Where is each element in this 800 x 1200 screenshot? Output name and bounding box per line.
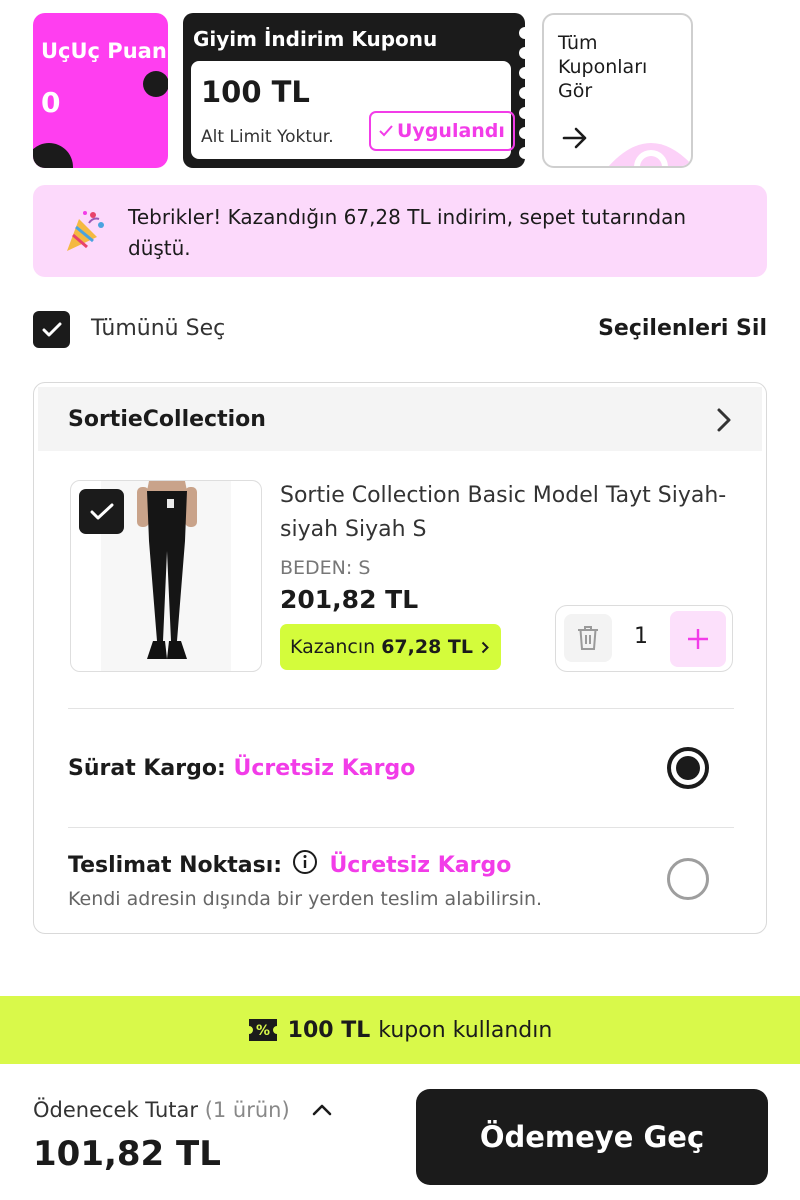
coupon-limit: Alt Limit Yoktur. — [201, 127, 334, 147]
decor-dot — [33, 143, 73, 168]
coupon-card[interactable]: Giyim İndirim Kuponu 100 TL Alt Limit Yo… — [183, 13, 531, 168]
pickup-description: Kendi adresin dışında bir yerden teslim … — [68, 888, 543, 910]
pickup-option-label: Teslimat Noktası: Ücretsiz Kargo — [68, 849, 511, 878]
item-count: (1 ürün) — [204, 1098, 290, 1122]
ticket-notch — [519, 87, 531, 99]
ticket-notch — [519, 27, 531, 39]
shipping-price: Ücretsiz Kargo — [233, 756, 416, 781]
product-title[interactable]: Sortie Collection Basic Model Tayt Siyah… — [280, 479, 730, 547]
info-icon[interactable] — [292, 849, 318, 875]
product-checkbox[interactable] — [79, 489, 124, 534]
check-icon — [42, 322, 61, 336]
product-size: BEDEN: S — [280, 557, 371, 579]
chevron-right-icon — [717, 408, 731, 432]
gain-amount: 67,28 TL — [381, 636, 473, 658]
coupon-amount: 100 TL — [201, 75, 310, 109]
delete-item-button[interactable] — [564, 614, 612, 662]
select-all-checkbox[interactable] — [33, 311, 70, 348]
ticket-notch — [519, 47, 531, 59]
svg-text:%: % — [256, 1023, 270, 1039]
ticket-notch — [519, 127, 531, 139]
product-image[interactable] — [70, 480, 262, 672]
coupon-body: 100 TL Alt Limit Yoktur. Uygulandı — [191, 61, 515, 159]
quantity-value: 1 — [634, 624, 648, 649]
select-all-label[interactable]: Tümünü Seç — [91, 316, 225, 341]
all-coupons-button[interactable]: Tüm Kuponları Gör — [542, 13, 693, 168]
gain-label: Kazancın — [290, 636, 376, 658]
pickup-label: Teslimat Noktası: — [68, 853, 283, 878]
arrow-right-icon — [562, 127, 587, 149]
total-label: Ödenecek Tutar — [33, 1098, 198, 1122]
coupon-used-text: kupon kullandın — [378, 1017, 553, 1043]
puan-card[interactable]: UçUç Puan 0 — [33, 13, 168, 168]
total-summary-toggle[interactable]: Ödenecek Tutar (1 ürün) — [33, 1098, 332, 1122]
percent-ticket-icon: % — [248, 1019, 277, 1041]
checkout-button[interactable]: Ödemeye Geç — [416, 1089, 768, 1185]
seller-header[interactable]: SortieCollection — [38, 387, 762, 451]
discount-banner: Tebrikler! Kazandığın 67,28 TL indirim, … — [33, 185, 767, 277]
puan-value: 0 — [41, 86, 61, 119]
ticket-notch — [519, 147, 531, 159]
coupon-status: Uygulandı — [397, 120, 505, 142]
decor-dot — [143, 71, 168, 97]
all-coupons-label: Tüm Kuponları Gör — [558, 32, 648, 102]
radio-dot — [676, 756, 700, 780]
shipping-radio-pickup[interactable] — [667, 858, 709, 900]
eye-icon — [608, 143, 691, 166]
coupon-title: Giyim İndirim Kuponu — [193, 27, 438, 51]
coupon-used-amount: 100 TL — [287, 1017, 371, 1043]
shipping-carrier: Sürat Kargo: — [68, 756, 226, 781]
divider — [68, 708, 734, 709]
coupon-applied-badge[interactable]: Uygulandı — [369, 111, 515, 151]
trash-icon — [578, 626, 598, 650]
gain-badge[interactable]: Kazancın 67,28 TL — [280, 624, 501, 670]
product-price: 201,82 TL — [280, 585, 419, 614]
pickup-price: Ücretsiz Kargo — [329, 853, 512, 878]
delete-selected-button[interactable]: Seçilenleri Sil — [598, 316, 767, 341]
checkout-footer: Ödenecek Tutar (1 ürün) 101,82 TL Ödemey… — [0, 1064, 800, 1200]
total-amount: 101,82 TL — [33, 1134, 221, 1174]
shipping-option-label: Sürat Kargo: Ücretsiz Kargo — [68, 756, 415, 781]
chevron-up-icon — [313, 1104, 332, 1116]
seller-card: SortieCollection Sortie Collection Basic… — [33, 382, 767, 934]
party-popper-icon — [67, 211, 104, 251]
ticket-notch — [519, 67, 531, 79]
shipping-radio-surat[interactable] — [667, 747, 709, 789]
coupon-used-bar[interactable]: % 100 TL kupon kullandın — [0, 996, 800, 1064]
seller-name: SortieCollection — [68, 407, 266, 432]
check-icon — [379, 125, 393, 137]
plus-icon — [688, 629, 708, 649]
discount-banner-text: Tebrikler! Kazandığın 67,28 TL indirim, … — [128, 205, 687, 260]
increase-quantity-button[interactable] — [670, 611, 726, 667]
puan-title: UçUç Puan — [41, 39, 167, 63]
check-icon — [90, 503, 113, 519]
divider — [68, 827, 734, 828]
quantity-stepper: 1 — [555, 605, 733, 672]
chevron-right-icon — [481, 641, 489, 653]
ticket-notch — [519, 107, 531, 119]
